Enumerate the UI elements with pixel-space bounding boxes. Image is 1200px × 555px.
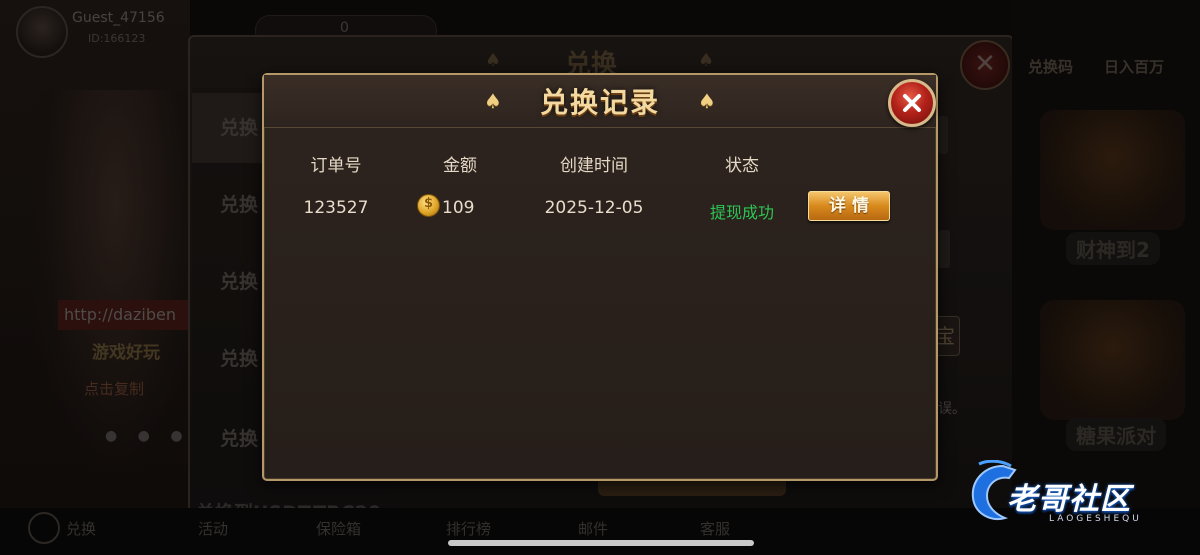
status-badge: 提现成功 <box>709 203 774 222</box>
amount: 109 <box>442 198 475 218</box>
created-date: 2025-12-05 <box>544 198 644 218</box>
close-x-icon <box>903 94 921 112</box>
home-indicator[interactable] <box>448 540 754 546</box>
column-header-order-no: 订单号 <box>310 156 362 176</box>
column-header-created-time: 创建时间 <box>560 156 628 176</box>
column-header-status: 状态 <box>725 156 759 176</box>
watermark-text: 老哥社区 <box>1007 482 1131 517</box>
dialog-title: 兑换记录 <box>539 86 660 119</box>
order-number: 123527 <box>303 198 369 218</box>
close-button[interactable] <box>888 79 936 127</box>
detail-button[interactable]: 详情 <box>808 191 890 221</box>
spade-icon: ♠ <box>698 89 716 113</box>
exchange-record-dialog: ♠ 兑换记录 ♠ 订单号 金额 创建时间 状态 123527 $ 109 202… <box>262 73 938 481</box>
column-header-amount: 金额 <box>443 156 477 176</box>
watermark-subtext: LAOGESHEQU <box>1049 514 1142 524</box>
coin-icon: $ <box>417 194 440 217</box>
watermark-logo: 老哥社区 LAOGESHEQU <box>965 460 1185 530</box>
